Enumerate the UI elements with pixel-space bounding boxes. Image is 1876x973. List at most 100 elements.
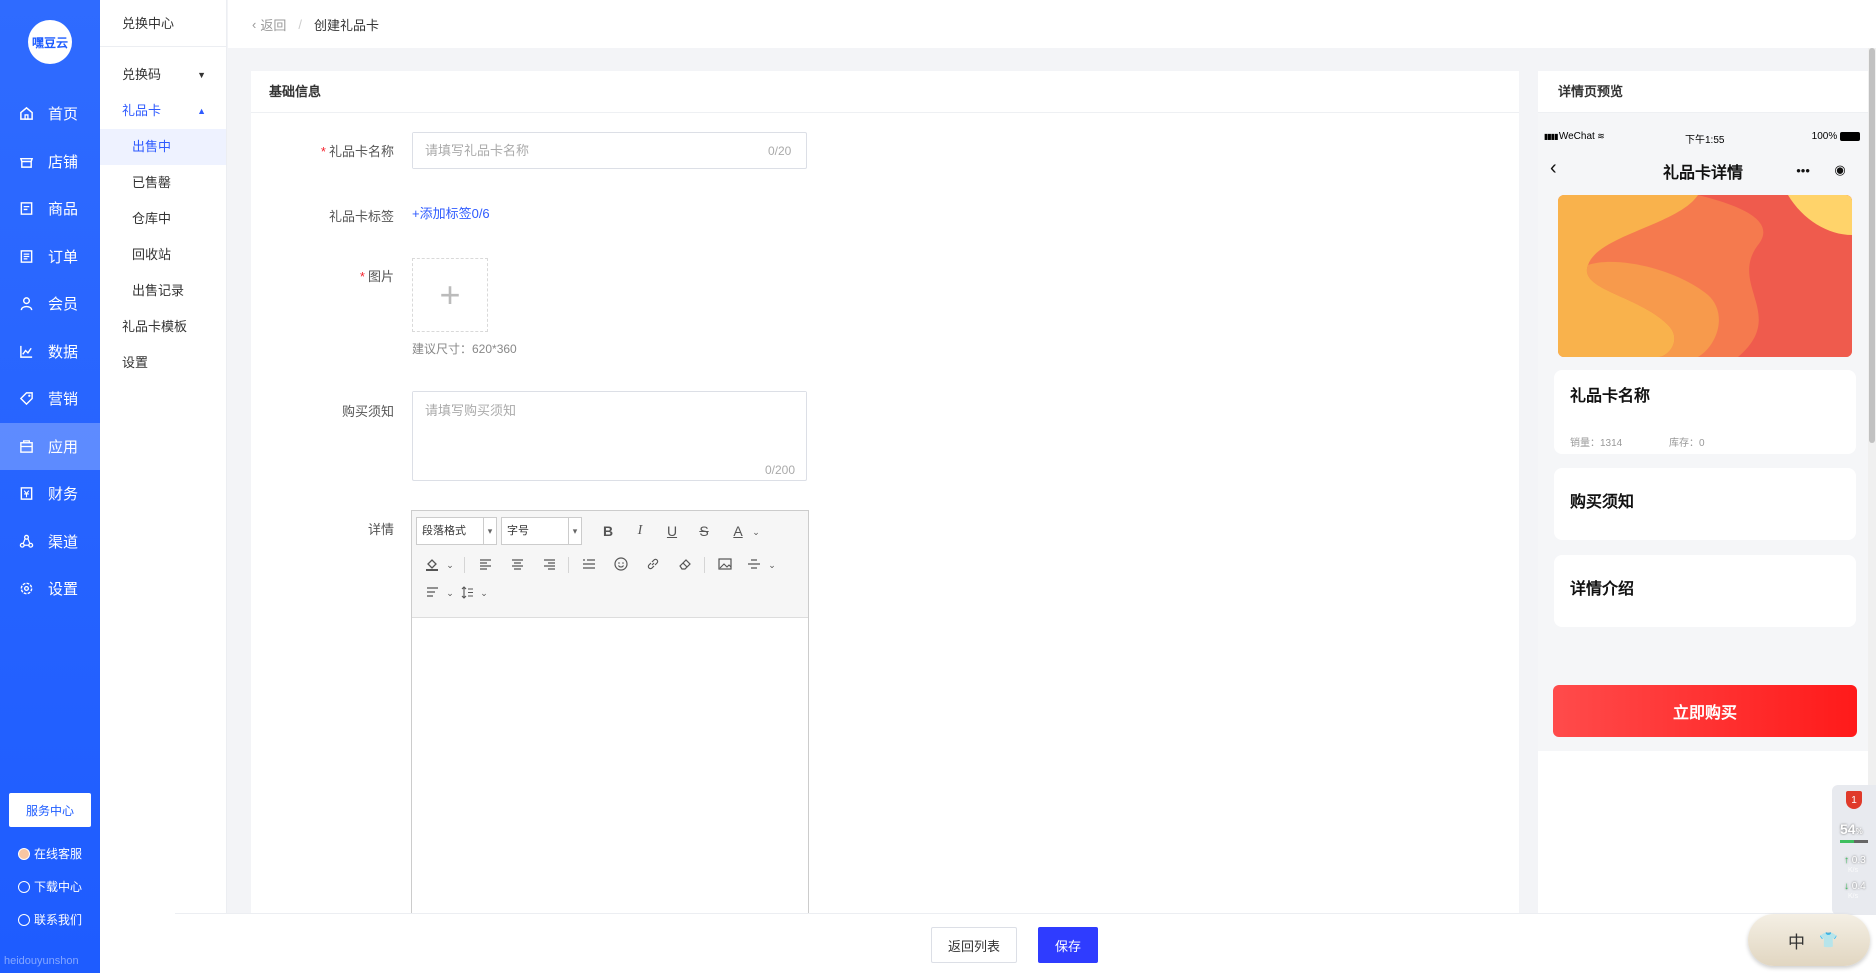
- image-upload-button[interactable]: +: [412, 258, 488, 332]
- scrollbar-thumb[interactable]: [1869, 48, 1875, 443]
- ime-language[interactable]: 中: [1788, 928, 1805, 953]
- back-to-list-button[interactable]: 返回列表: [931, 927, 1017, 963]
- eraser-icon[interactable]: [675, 554, 695, 574]
- nav-item-channel[interactable]: 渠道: [0, 518, 100, 566]
- record-icon[interactable]: ◉: [1834, 162, 1845, 178]
- main-nav: 首页 店铺 商品 订单 会员 数据 营销 应用 财务 渠道 设置: [0, 90, 100, 613]
- nav-item-apps[interactable]: 应用: [0, 422, 100, 470]
- upload-speed-value: 0.3: [1851, 855, 1866, 866]
- emoji-icon[interactable]: [611, 554, 631, 574]
- divider-insert-icon[interactable]: [744, 554, 764, 574]
- italic-icon[interactable]: I: [630, 521, 650, 541]
- image-icon[interactable]: [715, 554, 735, 574]
- add-tag-link[interactable]: +添加标签0/6: [412, 203, 490, 222]
- cpu-usage: 54%: [1840, 821, 1863, 837]
- submenu-item-on-sale[interactable]: 出售中: [100, 129, 226, 165]
- align-left-icon[interactable]: [475, 554, 495, 574]
- page-title: 创建礼品卡: [313, 17, 379, 33]
- phone-preview: ▮▮▮▮ WeChat ≋ 下午1:55 100% ‹ 礼品卡详情 ••• ◉ …: [1538, 113, 1868, 751]
- align-right-icon[interactable]: [539, 554, 559, 574]
- submenu-settings[interactable]: 设置: [100, 345, 226, 381]
- brand-logo[interactable]: 嘿豆云: [28, 20, 72, 64]
- purchase-notice-heading: 购买须知: [1570, 494, 1635, 511]
- nav-item-member[interactable]: 会员: [0, 280, 100, 328]
- purchase-notice-field[interactable]: [412, 391, 807, 481]
- submenu-gift-card-template[interactable]: 礼品卡模板: [100, 309, 226, 345]
- contact-us-link[interactable]: 联系我们: [18, 911, 82, 928]
- submenu-title: 兑换中心: [100, 0, 226, 47]
- chart-icon: [18, 343, 34, 359]
- notice-label: 购买须知: [341, 404, 394, 419]
- submenu-item-sold-out[interactable]: 已售罄: [100, 165, 226, 201]
- upload-arrow-icon: ↑: [1844, 855, 1849, 866]
- section-title: 基础信息: [251, 71, 1519, 113]
- chevron-down-icon[interactable]: ⌄: [762, 555, 782, 575]
- stock-count: 库存：0: [1669, 438, 1705, 449]
- nav-item-marketing[interactable]: 营销: [0, 375, 100, 423]
- name-counter: 0/20: [768, 144, 792, 158]
- blockquote-icon[interactable]: [579, 554, 599, 574]
- service-center-button[interactable]: 服务中心: [9, 793, 91, 827]
- skin-icon[interactable]: 👕: [1819, 931, 1838, 949]
- image-label: * 图片: [254, 266, 394, 285]
- nav-item-home[interactable]: 首页: [0, 90, 100, 138]
- status-battery-text: 100%: [1811, 131, 1838, 142]
- required-mark: *: [359, 269, 365, 284]
- background-color-icon[interactable]: [422, 554, 442, 574]
- submenu-item-warehouse[interactable]: 仓库中: [100, 201, 226, 237]
- font-size-select[interactable]: 字号 ▾: [501, 517, 582, 545]
- phone-nav-bar: ‹ 礼品卡详情 ••• ◉: [1538, 155, 1868, 185]
- name-label: * 礼品卡名称: [254, 141, 394, 160]
- secondary-menu: 兑换中心 兑换码 ▼ 礼品卡 ▲ 出售中 已售罄 仓库中 回收站 出售记录 礼品…: [100, 0, 227, 973]
- more-icon[interactable]: •••: [1796, 163, 1810, 178]
- bold-icon[interactable]: B: [598, 521, 618, 541]
- nav-item-store[interactable]: 店铺: [0, 138, 100, 186]
- gift-card-name-field[interactable]: [412, 132, 807, 169]
- online-support-link[interactable]: 在线客服: [18, 845, 82, 862]
- nav-item-data[interactable]: 数据: [0, 328, 100, 376]
- toolbar-divider: [568, 557, 569, 573]
- nav-item-goods[interactable]: 商品: [0, 185, 100, 233]
- system-monitor-widget[interactable]: 1 54% ↑ 0.3 K/s ↓ 0.4 K/s: [1832, 785, 1876, 915]
- image-size-hint: 建议尺寸：620*360: [412, 342, 517, 356]
- sales-count: 销量：1314: [1570, 438, 1623, 449]
- submenu-item-sales-record[interactable]: 出售记录: [100, 273, 226, 309]
- nav-item-settings[interactable]: 设置: [0, 565, 100, 613]
- input-method-widget[interactable]: 中 👕: [1748, 914, 1870, 966]
- gift-card-name-input[interactable]: [413, 133, 743, 168]
- underline-icon[interactable]: U: [662, 521, 682, 541]
- caret-down-icon: ▼: [197, 70, 206, 80]
- align-center-icon[interactable]: [507, 554, 527, 574]
- indent-icon[interactable]: [422, 582, 442, 602]
- submenu-redeem-code[interactable]: 兑换码 ▼: [100, 57, 226, 93]
- submenu-redeem-code-label: 兑换码: [122, 67, 162, 82]
- back-link[interactable]: ‹ 返回: [252, 15, 286, 34]
- submenu-item-recycle-bin[interactable]: 回收站: [100, 237, 226, 273]
- paragraph-format-select[interactable]: 段落格式 ▾: [416, 517, 497, 545]
- main-sidebar: 嘿豆云 首页 店铺 商品 订单 会员 数据 营销 应用 财务 渠道 设置 服务中…: [0, 0, 100, 973]
- tag-icon: [18, 391, 34, 407]
- card-info-box: 礼品卡名称 销量：1314 库存：0: [1554, 370, 1856, 454]
- nav-label: 数据: [48, 343, 79, 361]
- chevron-down-icon[interactable]: ⌄: [440, 555, 460, 575]
- buy-now-button[interactable]: 立即购买: [1553, 685, 1857, 737]
- chevron-down-icon[interactable]: ⌄: [746, 522, 766, 542]
- save-button[interactable]: 保存: [1038, 927, 1098, 963]
- preview-card-name: 礼品卡名称: [1570, 388, 1651, 405]
- purchase-notice-textarea[interactable]: [413, 392, 806, 462]
- gift-card-image: [1558, 195, 1852, 357]
- chevron-left-icon: ‹: [252, 16, 257, 32]
- submenu-gift-card[interactable]: 礼品卡 ▲: [100, 93, 226, 129]
- nav-item-order[interactable]: 订单: [0, 233, 100, 281]
- nav-label: 营销: [48, 391, 79, 409]
- status-carrier-text: WeChat: [1558, 131, 1595, 142]
- nav-item-finance[interactable]: 财务: [0, 470, 100, 518]
- toolbar-divider: [464, 557, 465, 573]
- notice-counter: 0/200: [765, 463, 796, 477]
- mini-program-capsule[interactable]: ••• ◉: [1784, 159, 1858, 181]
- link-icon[interactable]: [643, 554, 663, 574]
- strikethrough-icon[interactable]: S: [694, 521, 714, 541]
- font-color-icon[interactable]: A: [728, 521, 748, 541]
- chevron-down-icon[interactable]: ⌄: [474, 583, 494, 603]
- download-center-link[interactable]: 下载中心: [18, 878, 82, 895]
